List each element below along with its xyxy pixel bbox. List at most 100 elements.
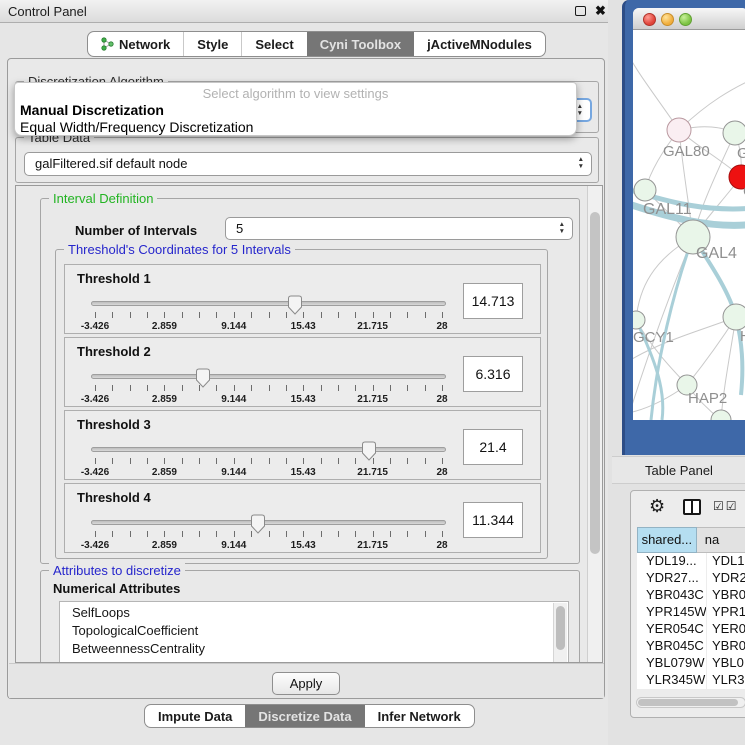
cell-shared-name[interactable]: YER054C bbox=[637, 621, 707, 638]
table-row[interactable]: YER054CYER0 bbox=[637, 621, 745, 638]
tab-style[interactable]: Style bbox=[183, 32, 241, 56]
threshold-value-field[interactable]: 14.713 bbox=[463, 283, 523, 319]
network-node[interactable] bbox=[667, 118, 691, 142]
cell-shared-name[interactable]: YLR345W bbox=[637, 672, 707, 689]
tick-mark bbox=[407, 385, 408, 391]
network-canvas[interactable]: GAL80GACGAL11GAL4GCY1HHAP2 bbox=[633, 30, 745, 420]
network-node[interactable] bbox=[633, 311, 645, 329]
cell-shared-name[interactable]: YDL19... bbox=[637, 553, 707, 570]
close-icon[interactable]: ✖ bbox=[595, 3, 606, 19]
dropdown-hint: Select algorithm to view settings bbox=[15, 86, 576, 101]
minimize-traffic-light-icon[interactable] bbox=[661, 13, 674, 26]
zoom-traffic-light-icon[interactable] bbox=[679, 13, 692, 26]
scrollbar-thumb[interactable] bbox=[638, 699, 738, 706]
axis-tick-label: 28 bbox=[436, 321, 447, 332]
panel-scrollbar[interactable] bbox=[587, 186, 602, 663]
table-horizontal-scrollbar[interactable] bbox=[636, 697, 745, 708]
cell-name[interactable]: YER0 bbox=[707, 621, 745, 638]
close-traffic-light-icon[interactable] bbox=[643, 13, 656, 26]
tick-mark bbox=[130, 312, 131, 318]
tick-mark bbox=[425, 385, 426, 391]
table-row[interactable]: YDL19...YDL1 bbox=[637, 553, 745, 570]
threshold-slider[interactable]: -3.4262.8599.14415.4321.71528 bbox=[95, 514, 442, 554]
network-node-label: GA bbox=[737, 145, 745, 162]
network-window-titlebar[interactable] bbox=[633, 8, 745, 30]
tick-mark bbox=[95, 531, 96, 537]
threshold-slider[interactable]: -3.4262.8599.14415.4321.71528 bbox=[95, 295, 442, 335]
network-node[interactable] bbox=[723, 121, 745, 145]
tab-jactivemnodules[interactable]: jActiveMNodules bbox=[414, 32, 545, 56]
scrollbar-thumb[interactable] bbox=[590, 212, 600, 554]
dropdown-option-equal-width[interactable]: Equal Width/Frequency Discretization bbox=[20, 119, 575, 135]
cell-name[interactable]: YBR0 bbox=[707, 587, 745, 604]
table-row[interactable]: YBR043CYBR0 bbox=[637, 587, 745, 604]
cell-name[interactable]: YLR3 bbox=[707, 672, 745, 689]
table-row[interactable]: YDR27...YDR2 bbox=[637, 570, 745, 587]
slider-track[interactable] bbox=[91, 374, 446, 379]
dropdown-option-manual-discretization[interactable]: Manual Discretization bbox=[20, 102, 575, 118]
window-title: Control Panel bbox=[8, 4, 87, 19]
cell-shared-name[interactable]: YBR043C bbox=[637, 587, 707, 604]
network-node[interactable] bbox=[723, 304, 745, 330]
cell-shared-name[interactable]: YPR145W bbox=[637, 604, 707, 621]
slider-thumb-icon[interactable] bbox=[250, 514, 266, 534]
columns-icon[interactable] bbox=[683, 499, 701, 515]
scrollbar-thumb[interactable] bbox=[556, 606, 565, 650]
tab-network[interactable]: Network bbox=[88, 32, 183, 56]
threshold-value-field[interactable]: 21.4 bbox=[463, 429, 523, 465]
float-icon[interactable] bbox=[575, 6, 586, 16]
cell-shared-name[interactable]: YBR045C bbox=[637, 638, 707, 655]
tab-label: Infer Network bbox=[378, 709, 461, 724]
table-row[interactable]: YPR145WYPR1 bbox=[637, 604, 745, 621]
tab-infer-network[interactable]: Infer Network bbox=[365, 705, 474, 727]
apply-button[interactable]: Apply bbox=[272, 672, 340, 695]
list-scrollbar[interactable] bbox=[553, 603, 567, 663]
table-data-combo[interactable]: galFiltered.sif default node ▲▼ bbox=[24, 152, 592, 176]
network-node[interactable] bbox=[634, 179, 656, 201]
attribute-list-item[interactable]: TopologicalCoefficient bbox=[72, 622, 568, 640]
slider-thumb-icon[interactable] bbox=[287, 295, 303, 315]
cell-name[interactable]: YBL0 bbox=[707, 655, 745, 672]
gear-icon[interactable]: ⚙ bbox=[649, 496, 665, 517]
cell-name[interactable]: YBR0 bbox=[707, 638, 745, 655]
slider-ticks bbox=[95, 530, 442, 539]
threshold-slider[interactable]: -3.4262.8599.14415.4321.71528 bbox=[95, 368, 442, 408]
attribute-list-item[interactable]: SelfLoops bbox=[72, 604, 568, 622]
tick-mark bbox=[182, 458, 183, 464]
slider-track[interactable] bbox=[91, 447, 446, 452]
tick-mark bbox=[164, 312, 165, 318]
tab-discretize-data[interactable]: Discretize Data bbox=[245, 705, 364, 727]
threshold-value-field[interactable]: 11.344 bbox=[463, 502, 523, 538]
threshold-slider[interactable]: -3.4262.8599.14415.4321.71528 bbox=[95, 441, 442, 481]
tick-mark bbox=[425, 312, 426, 318]
table-row[interactable]: YLR345WYLR3 bbox=[637, 672, 745, 689]
cell-name[interactable]: YPR1 bbox=[707, 604, 745, 621]
column-header-shared-name[interactable]: shared... bbox=[637, 527, 697, 553]
threshold-4-panel: Threshold 4-3.4262.8599.14415.4321.71528… bbox=[64, 483, 541, 553]
tick-mark bbox=[390, 385, 391, 391]
cell-shared-name[interactable]: YDR27... bbox=[637, 570, 707, 587]
column-header-name[interactable]: na bbox=[697, 527, 745, 553]
axis-tick-label: 15.43 bbox=[291, 540, 316, 551]
slider-thumb-icon[interactable] bbox=[195, 368, 211, 388]
tab-impute-data[interactable]: Impute Data bbox=[145, 705, 245, 727]
num-intervals-combo[interactable]: 5 ▲▼ bbox=[225, 217, 573, 240]
cell-name[interactable]: YDR2 bbox=[707, 570, 745, 587]
threshold-value-field[interactable]: 6.316 bbox=[463, 356, 523, 392]
table-row[interactable]: YBL079WYBL0 bbox=[637, 655, 745, 672]
checkbox-icons[interactable]: ☑☑ bbox=[713, 499, 739, 513]
axis-tick-label: -3.426 bbox=[81, 540, 109, 551]
cell-name[interactable]: YDL1 bbox=[707, 553, 745, 570]
tab-select[interactable]: Select bbox=[241, 32, 306, 56]
tick-mark bbox=[216, 385, 217, 391]
tab-cyni-toolbox[interactable]: Cyni Toolbox bbox=[307, 32, 414, 56]
tick-mark bbox=[373, 385, 374, 391]
table-row[interactable]: YBR045CYBR0 bbox=[637, 638, 745, 655]
network-node[interactable] bbox=[711, 410, 731, 420]
cell-shared-name[interactable]: YBL079W bbox=[637, 655, 707, 672]
slider-track[interactable] bbox=[91, 520, 446, 525]
attribute-list-item[interactable]: BetweennessCentrality bbox=[72, 640, 568, 658]
tick-mark bbox=[147, 531, 148, 537]
slider-thumb-icon[interactable] bbox=[361, 441, 377, 461]
slider-track[interactable] bbox=[91, 301, 446, 306]
